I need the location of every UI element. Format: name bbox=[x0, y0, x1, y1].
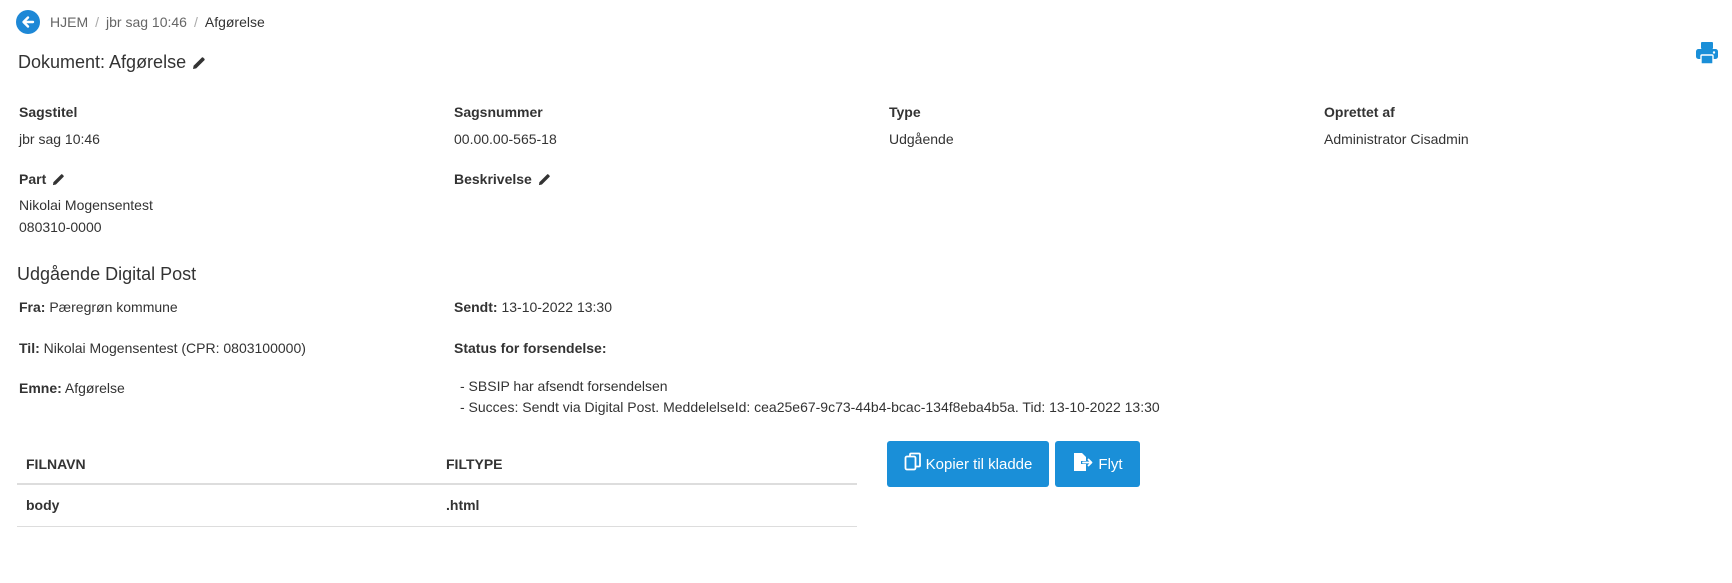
emne-label: Emne: bbox=[19, 380, 62, 396]
fra-row: Fra: Pæregrøn kommune bbox=[19, 299, 178, 315]
edit-part-pencil-icon[interactable] bbox=[52, 173, 65, 186]
sagsnummer-value: 00.00.00-565-18 bbox=[454, 131, 557, 147]
til-label: Til: bbox=[19, 340, 40, 356]
part-label-group: Part bbox=[19, 171, 65, 187]
part-name: Nikolai Mogensentest bbox=[19, 197, 153, 213]
oprettet-af-label: Oprettet af bbox=[1324, 104, 1395, 120]
type-label: Type bbox=[889, 104, 921, 120]
status-row: Status for forsendelse: bbox=[454, 340, 606, 356]
oprettet-af-value: Administrator Cisadmin bbox=[1324, 131, 1469, 147]
sendt-row: Sendt: 13-10-2022 13:30 bbox=[454, 299, 612, 315]
back-arrow-icon[interactable] bbox=[16, 10, 40, 34]
fra-label: Fra: bbox=[19, 299, 46, 315]
breadcrumb-separator: / bbox=[95, 14, 100, 30]
table-row[interactable]: body .html bbox=[17, 484, 857, 527]
sendt-label: Sendt: bbox=[454, 299, 498, 315]
move-button[interactable]: Flyt bbox=[1055, 441, 1140, 487]
page-title: Dokument: Afgørelse bbox=[18, 52, 206, 73]
move-label: Flyt bbox=[1098, 455, 1123, 473]
column-header-filnavn[interactable]: FILNAVN bbox=[17, 444, 437, 485]
til-value: Nikolai Mogensentest (CPR: 0803100000) bbox=[43, 340, 306, 356]
copy-to-draft-button[interactable]: Kopier til kladde bbox=[887, 441, 1049, 487]
fra-value: Pæregrøn kommune bbox=[49, 299, 178, 315]
printer-icon[interactable] bbox=[1694, 40, 1720, 66]
breadcrumb-home[interactable]: HJEM bbox=[50, 14, 88, 30]
status-line: - SBSIP har afsendt forsendelsen bbox=[460, 378, 668, 394]
breadcrumb-separator: / bbox=[193, 14, 198, 30]
breadcrumb-current: Afgørelse bbox=[204, 14, 265, 30]
sagstitel-value: jbr sag 10:46 bbox=[19, 131, 100, 147]
sendt-value: 13-10-2022 13:30 bbox=[501, 299, 612, 315]
sagstitel-label: Sagstitel bbox=[19, 104, 78, 120]
document-title: Dokument: Afgørelse bbox=[18, 52, 187, 72]
edit-beskrivelse-pencil-icon[interactable] bbox=[538, 173, 551, 186]
copy-icon bbox=[904, 452, 926, 476]
status-label: Status for forsendelse: bbox=[454, 340, 607, 356]
breadcrumb: HJEM / jbr sag 10:46 / Afgørelse bbox=[16, 6, 265, 38]
emne-row: Emne: Afgørelse bbox=[19, 380, 125, 396]
file-name-cell[interactable]: body bbox=[17, 484, 437, 527]
beskrivelse-label-group: Beskrivelse bbox=[454, 171, 551, 187]
status-line: - Succes: Sendt via Digital Post. Meddel… bbox=[460, 399, 1160, 415]
beskrivelse-label: Beskrivelse bbox=[454, 171, 532, 187]
type-value: Udgående bbox=[889, 131, 954, 147]
column-header-filtype[interactable]: FILTYPE bbox=[437, 444, 857, 485]
til-row: Til: Nikolai Mogensentest (CPR: 08031000… bbox=[19, 340, 306, 356]
sagsnummer-label: Sagsnummer bbox=[454, 104, 543, 120]
digital-post-title: Udgående Digital Post bbox=[17, 264, 197, 284]
files-table: FILNAVN FILTYPE body .html bbox=[17, 444, 857, 527]
part-label: Part bbox=[19, 171, 47, 187]
breadcrumb-case[interactable]: jbr sag 10:46 bbox=[106, 14, 187, 30]
table-header-row: FILNAVN FILTYPE bbox=[17, 444, 857, 485]
file-type-cell: .html bbox=[437, 484, 857, 527]
copy-to-draft-label: Kopier til kladde bbox=[925, 455, 1033, 473]
move-file-icon bbox=[1072, 452, 1098, 476]
edit-title-pencil-icon[interactable] bbox=[192, 56, 206, 70]
part-cpr: 080310-0000 bbox=[19, 219, 102, 235]
emne-value: Afgørelse bbox=[64, 380, 125, 396]
